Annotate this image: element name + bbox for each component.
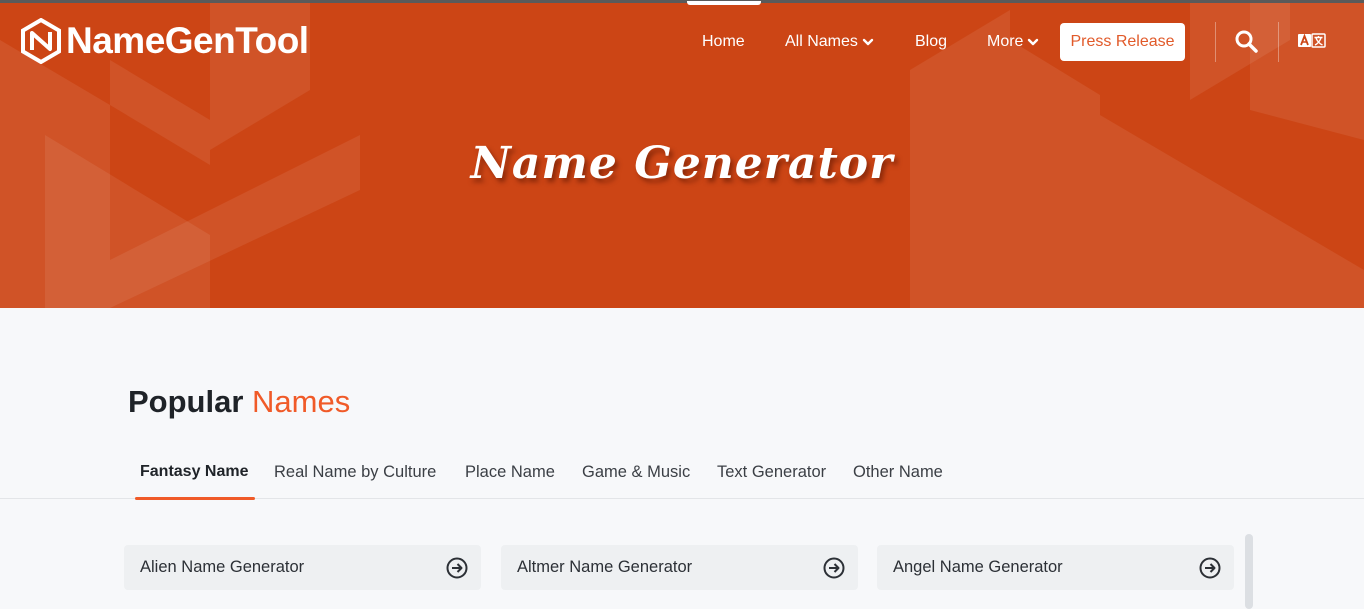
nav-all-names[interactable]: All Names — [785, 23, 874, 61]
card-label: Altmer Name Generator — [517, 558, 693, 576]
arrow-right-circle-icon — [446, 557, 468, 578]
translate-icon — [1298, 33, 1326, 48]
nav-more-label: More — [987, 33, 1024, 50]
tab-text-generator[interactable]: Text Generator — [717, 463, 826, 482]
top-border — [0, 0, 1364, 3]
section-title-main: Popular — [128, 384, 244, 419]
nav-more[interactable]: More — [987, 23, 1039, 61]
nav-blog-label: Blog — [915, 33, 948, 50]
search-icon — [1235, 30, 1258, 53]
chevron-down-icon — [1028, 38, 1039, 46]
nav-home[interactable]: Home — [702, 23, 745, 61]
arrow-right-circle-icon — [1199, 557, 1221, 578]
arrow-right-circle-icon — [823, 557, 845, 578]
tab-other-name[interactable]: Other Name — [853, 463, 943, 482]
generator-card-angel[interactable]: Angel Name Generator — [877, 545, 1234, 590]
active-tab-indicator — [135, 497, 255, 500]
search-button[interactable] — [1234, 29, 1258, 58]
nav-blog[interactable]: Blog — [915, 23, 947, 61]
tab-fantasy-name[interactable]: Fantasy Name — [140, 463, 249, 481]
nav-divider — [1278, 22, 1279, 62]
hero-banner: NameGenTool Home All Names Blog More Pre… — [0, 0, 1364, 308]
nav-active-indicator — [687, 1, 761, 5]
press-release-button[interactable]: Press Release — [1060, 23, 1185, 61]
generator-card-altmer[interactable]: Altmer Name Generator — [501, 545, 858, 590]
nav-divider — [1215, 22, 1216, 62]
generator-card-alien[interactable]: Alien Name Generator — [124, 545, 481, 590]
press-release-label: Press Release — [1070, 33, 1175, 50]
tab-game-music[interactable]: Game & Music — [582, 463, 690, 482]
language-button[interactable] — [1297, 32, 1327, 55]
tab-real-name-by-culture[interactable]: Real Name by Culture — [274, 463, 436, 482]
category-tabs: Fantasy Name Real Name by Culture Place … — [0, 448, 1364, 500]
list-scrollbar[interactable] — [1245, 534, 1253, 609]
tab-place-name[interactable]: Place Name — [465, 463, 555, 482]
hero-title: Name Generator — [470, 138, 894, 189]
card-label: Alien Name Generator — [140, 558, 305, 576]
nav-all-names-label: All Names — [785, 33, 858, 50]
chevron-down-icon — [862, 38, 874, 46]
section-title: Popular Names — [128, 384, 350, 420]
card-label: Angel Name Generator — [893, 558, 1063, 576]
nav-home-label: Home — [702, 33, 745, 50]
section-title-accent: Names — [252, 384, 351, 419]
